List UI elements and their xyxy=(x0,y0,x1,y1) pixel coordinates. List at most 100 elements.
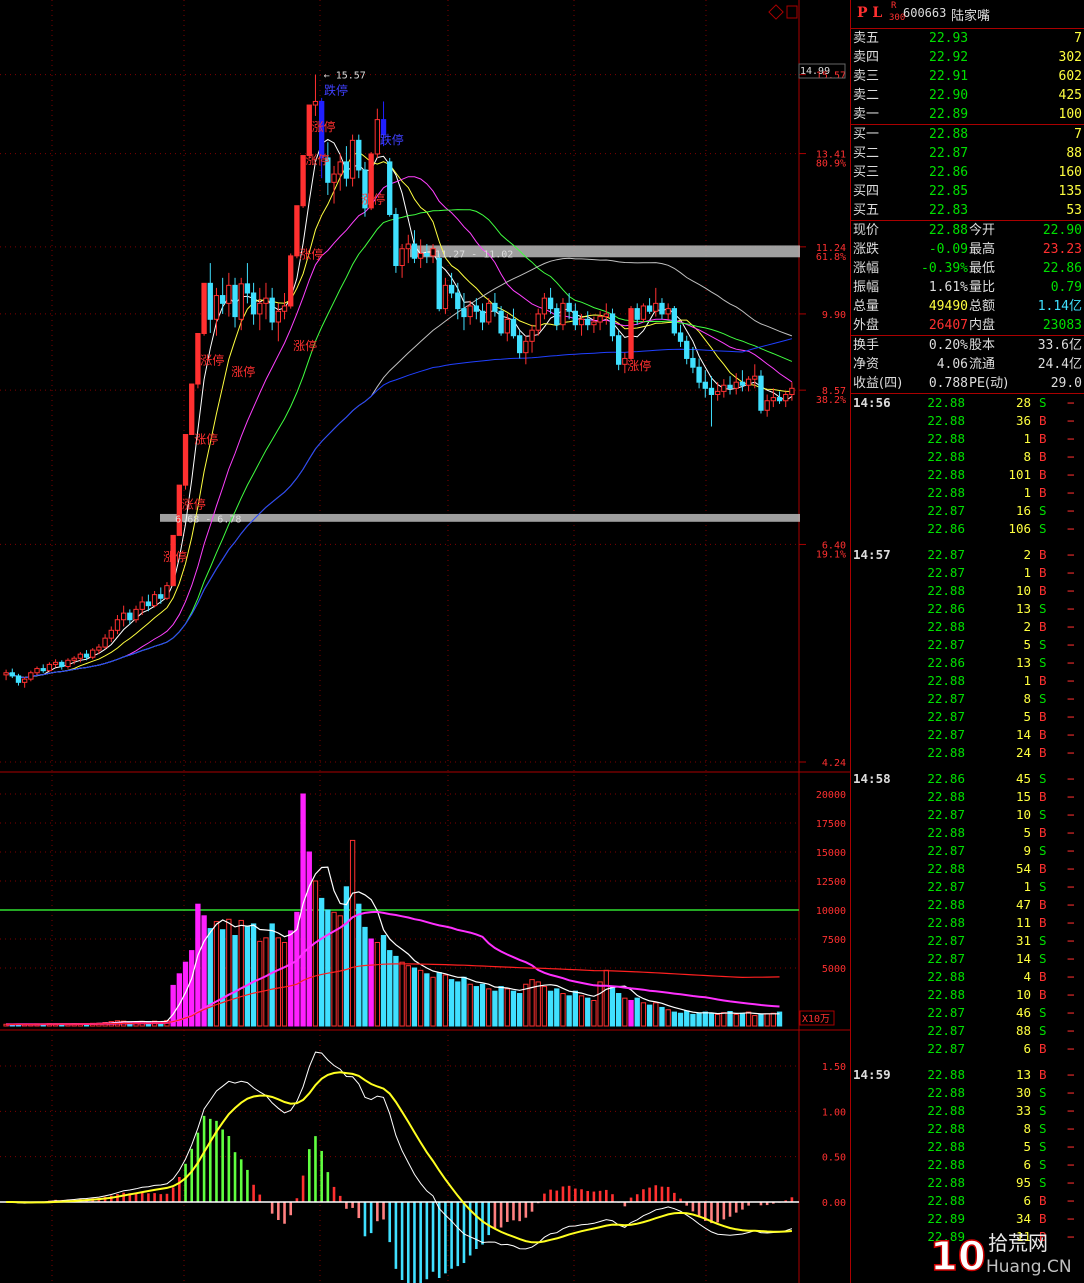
tick-row[interactable]: 22.86 106 S − xyxy=(851,520,1084,538)
watermark-brand: 拾荒网 xyxy=(988,1231,1048,1255)
fund-value: 29.0 xyxy=(1050,376,1082,391)
tick-row[interactable]: 14:59 22.88 13 B − xyxy=(851,1066,1084,1084)
volume-tick-label: 10000 xyxy=(816,906,846,917)
tick-row[interactable]: 22.86 13 S − xyxy=(851,654,1084,672)
tick-dash: − xyxy=(1067,807,1075,822)
ask-row[interactable]: 卖二 22.90 425 xyxy=(851,86,1084,105)
tick-row[interactable]: 22.87 8 S − xyxy=(851,690,1084,708)
tick-row[interactable]: 22.87 16 S − xyxy=(851,502,1084,520)
tick-row[interactable]: 22.87 9 S − xyxy=(851,842,1084,860)
candle-body xyxy=(59,661,65,667)
tick-price: 22.86 xyxy=(927,655,965,670)
tick-row[interactable]: 22.88 33 S − xyxy=(851,1102,1084,1120)
tick-side: B xyxy=(1039,449,1047,464)
candle-body xyxy=(721,384,727,392)
tick-row[interactable]: 22.88 36 B − xyxy=(851,412,1084,430)
candle-body xyxy=(591,321,597,326)
candle-body xyxy=(343,161,350,179)
volume-bar xyxy=(374,941,381,1027)
ask-row[interactable]: 卖五 22.93 7 xyxy=(851,29,1084,48)
tick-row[interactable]: 22.88 4 B − xyxy=(851,968,1084,986)
tick-row[interactable]: 14:56 22.88 28 S − xyxy=(851,394,1084,412)
tick-price: 22.87 xyxy=(927,879,965,894)
candle-body xyxy=(139,601,145,610)
tick-row[interactable]: 22.87 88 S − xyxy=(851,1022,1084,1040)
bid-row[interactable]: 买五 22.83 53 xyxy=(851,201,1084,220)
tick-row[interactable]: 22.88 8 S − xyxy=(851,1120,1084,1138)
tick-row[interactable]: 22.87 1 B − xyxy=(851,564,1084,582)
tick-price: 22.87 xyxy=(927,843,965,858)
tick-row[interactable]: 14:57 22.87 2 B − xyxy=(851,546,1084,564)
volume-bar xyxy=(405,965,411,1027)
tick-row[interactable]: 22.87 6 B − xyxy=(851,1040,1084,1058)
tick-row[interactable]: 22.88 6 S − xyxy=(851,1156,1084,1174)
tick-row[interactable]: 22.88 1 B − xyxy=(851,672,1084,690)
ask-row[interactable]: 卖三 22.91 602 xyxy=(851,67,1084,86)
tick-dash: − xyxy=(1067,933,1075,948)
tick-list[interactable]: 14:56 22.88 28 S −22.88 36 B −22.88 1 B −22.88 8 B −2… xyxy=(851,393,1084,1246)
tick-price: 22.88 xyxy=(927,969,965,984)
candle-body xyxy=(479,310,486,323)
candle-body xyxy=(690,357,696,368)
price-tick-label: 9.90 xyxy=(822,310,846,321)
tick-row[interactable]: 22.88 1 B − xyxy=(851,430,1084,448)
tick-row[interactable]: 22.88 11 B − xyxy=(851,914,1084,932)
ask-row[interactable]: 卖四 22.92 302 xyxy=(851,48,1084,67)
tick-row[interactable]: 22.88 24 B − xyxy=(851,744,1084,762)
bid-row[interactable]: 买二 22.87 88 xyxy=(851,144,1084,163)
tick-row[interactable]: 22.86 13 S − xyxy=(851,600,1084,618)
fund-value: 33.6亿 xyxy=(1037,338,1082,353)
tick-side: B xyxy=(1039,583,1047,598)
tick-row[interactable]: 22.88 30 S − xyxy=(851,1084,1084,1102)
kline-chart-area[interactable]: 15.57 13.41 11.24 9.90 8.57 6.40 4.24 80.9% 61.8… xyxy=(0,0,850,1283)
quote-value: 49490 xyxy=(928,299,968,314)
tick-row[interactable]: 22.88 10 B − xyxy=(851,986,1084,1004)
tick-row[interactable]: 22.87 14 B − xyxy=(851,726,1084,744)
candle-body xyxy=(603,313,609,318)
tick-row[interactable]: 22.87 46 S − xyxy=(851,1004,1084,1022)
candle-body xyxy=(52,661,59,665)
tick-row[interactable]: 22.88 8 B − xyxy=(851,448,1084,466)
tick-row[interactable]: 22.88 10 B − xyxy=(851,582,1084,600)
tick-row[interactable]: 22.88 15 B − xyxy=(851,788,1084,806)
tick-row[interactable]: 22.88 101 B − xyxy=(851,466,1084,484)
tick-row[interactable]: 22.88 95 S − xyxy=(851,1174,1084,1192)
tick-row[interactable]: 22.88 47 B − xyxy=(851,896,1084,914)
volume-bar xyxy=(659,1006,665,1027)
tick-dash: − xyxy=(1067,583,1075,598)
tick-side: B xyxy=(1039,467,1047,482)
tick-row[interactable]: 22.88 6 B − xyxy=(851,1192,1084,1210)
tick-volume: 95 xyxy=(1015,1175,1031,1190)
tick-row[interactable]: 22.87 14 S − xyxy=(851,950,1084,968)
candle-body xyxy=(529,329,535,342)
candle-body xyxy=(226,284,232,304)
watermark-logo: 10 拾荒网 Huang.CN xyxy=(929,1228,1080,1281)
quote-label: 外盘 xyxy=(853,318,880,333)
limit-label: 跌停 xyxy=(380,132,404,147)
tick-row[interactable]: 22.88 1 B − xyxy=(851,484,1084,502)
chart-svg[interactable]: 15.5713.4111.249.908.576.404.2480.9%61.8… xyxy=(0,0,850,1283)
tick-row[interactable]: 22.87 5 B − xyxy=(851,708,1084,726)
tick-row[interactable]: 22.87 1 S − xyxy=(851,878,1084,896)
ask-row[interactable]: 卖一 22.89 100 xyxy=(851,105,1084,124)
tick-row[interactable]: 22.88 5 S − xyxy=(851,1138,1084,1156)
tick-side: S xyxy=(1039,771,1047,786)
bid-row[interactable]: 买一 22.88 7 xyxy=(851,125,1084,144)
volume-bar xyxy=(238,919,244,1027)
tick-row[interactable]: 22.87 10 S − xyxy=(851,806,1084,824)
tick-row[interactable]: 22.89 34 B − xyxy=(851,1210,1084,1228)
volume-bar xyxy=(745,1011,752,1027)
candle-body xyxy=(758,375,764,411)
tick-row[interactable]: 22.88 54 B − xyxy=(851,860,1084,878)
volume-bar xyxy=(603,969,609,1027)
bid-row[interactable]: 买四 22.85 135 xyxy=(851,182,1084,201)
candle-body xyxy=(535,313,541,331)
tick-row[interactable]: 14:58 22.86 45 S − xyxy=(851,770,1084,788)
bid-row[interactable]: 买三 22.86 160 xyxy=(851,163,1084,182)
tick-row[interactable]: 22.87 5 S − xyxy=(851,636,1084,654)
tick-row[interactable]: 22.88 5 B − xyxy=(851,824,1084,842)
tick-row[interactable]: 22.87 31 S − xyxy=(851,932,1084,950)
volume-tick-label: 15000 xyxy=(816,848,846,859)
tick-row[interactable]: 22.88 2 B − xyxy=(851,618,1084,636)
quote-value: 22.90 xyxy=(1042,223,1082,238)
